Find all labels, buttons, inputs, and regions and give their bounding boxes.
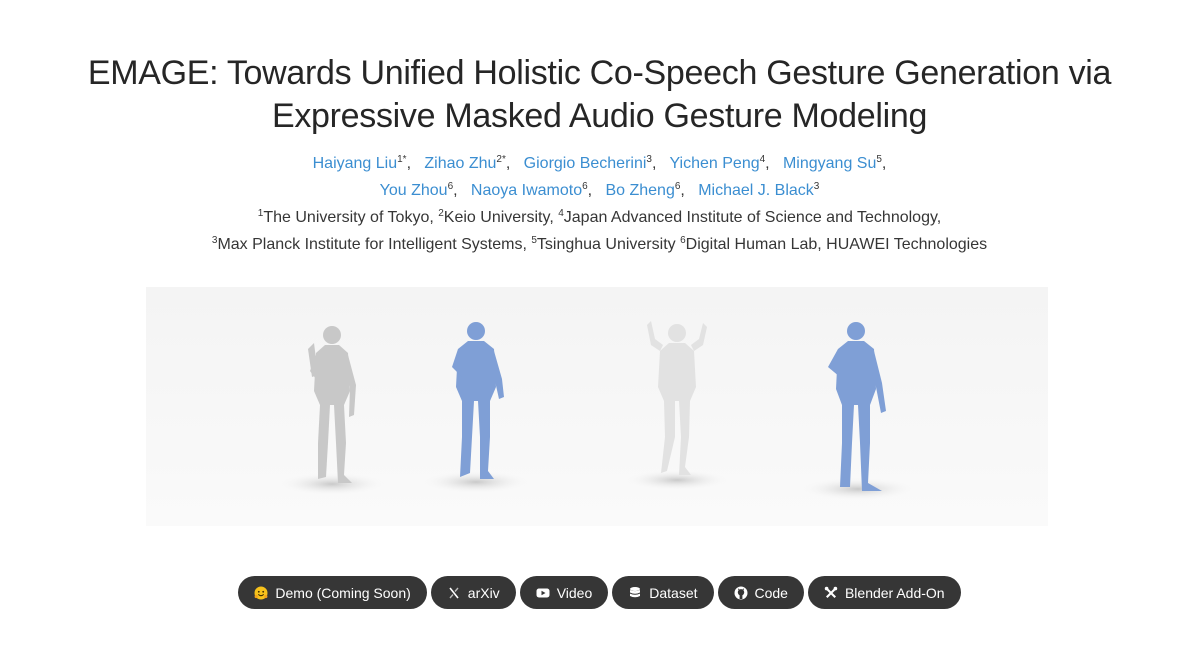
blender-addon-button-label: Blender Add-On: [844, 584, 945, 601]
author-row-2: You Zhou6, Naoya Iwamoto6, Bo Zheng6, Mi…: [379, 181, 820, 200]
hugging-face-icon: [254, 586, 268, 600]
author-link[interactable]: Yichen Peng4: [669, 155, 765, 173]
author-link[interactable]: Mingyang Su5: [783, 155, 882, 173]
affiliation: 4Japan Advanced Institute of Science and…: [558, 208, 942, 227]
affiliation: 3Max Planck Institute for Intelligent Sy…: [211, 235, 532, 254]
demo-button[interactable]: Demo (Coming Soon): [238, 576, 427, 609]
title-line-2: Expressive Masked Audio Gesture Modeling: [271, 97, 928, 135]
author-link[interactable]: Bo Zheng6: [605, 182, 680, 200]
link-button-bar: Demo (Coming Soon) arXiv Video Dataset C…: [0, 576, 1199, 609]
video-button[interactable]: Video: [519, 576, 609, 609]
dataset-button[interactable]: Dataset: [612, 576, 714, 609]
project-page: EMAGE: Towards Unified Holistic Co-Speec…: [0, 0, 1199, 646]
affiliation-row-1: 1The University of Tokyo, 2Keio Universi…: [0, 204, 1199, 231]
affiliation: 6Digital Human Lab, HUAWEI Technologies: [680, 235, 988, 254]
code-button-label: Code: [754, 584, 788, 601]
author-link[interactable]: You Zhou6: [380, 182, 453, 200]
database-icon: [628, 586, 642, 600]
arxiv-button-label: arXiv: [467, 584, 500, 601]
author-link[interactable]: Michael J. Black3: [698, 182, 819, 200]
code-button[interactable]: Code: [717, 576, 804, 609]
affiliation: 5Tsinghua University: [531, 235, 681, 254]
tools-icon: [824, 586, 838, 600]
blender-addon-button[interactable]: Blender Add-On: [807, 576, 961, 609]
teaser-figures: [146, 287, 1048, 526]
affiliation: 2Keio University,: [438, 208, 559, 227]
author-link[interactable]: Zihao Zhu2*: [424, 155, 506, 173]
youtube-icon: [536, 586, 550, 600]
author-link[interactable]: Giorgio Becherini3: [524, 155, 652, 173]
dataset-button-label: Dataset: [649, 584, 698, 601]
author-row-1: Haiyang Liu1*, Zihao Zhu2*, Giorgio Bech…: [312, 154, 887, 173]
affiliation-list: 1The University of Tokyo, 2Keio Universi…: [0, 204, 1199, 258]
github-icon: [734, 586, 748, 600]
title-line-1: EMAGE: Towards Unified Holistic Co-Speec…: [87, 54, 1112, 92]
teaser-video[interactable]: [146, 287, 1048, 526]
arxiv-icon: [447, 586, 461, 600]
page-title: EMAGE: Towards Unified Holistic Co-Speec…: [0, 52, 1199, 138]
author-link[interactable]: Naoya Iwamoto6: [471, 182, 588, 200]
author-list: Haiyang Liu1*, Zihao Zhu2*, Giorgio Bech…: [0, 150, 1199, 204]
arxiv-button[interactable]: arXiv: [430, 576, 516, 609]
demo-button-label: Demo (Coming Soon): [275, 584, 411, 601]
video-button-label: Video: [556, 584, 593, 601]
affiliation-row-2: 3Max Planck Institute for Intelligent Sy…: [0, 231, 1199, 258]
author-link[interactable]: Haiyang Liu1*: [313, 155, 407, 173]
affiliation: 1The University of Tokyo,: [257, 208, 439, 227]
